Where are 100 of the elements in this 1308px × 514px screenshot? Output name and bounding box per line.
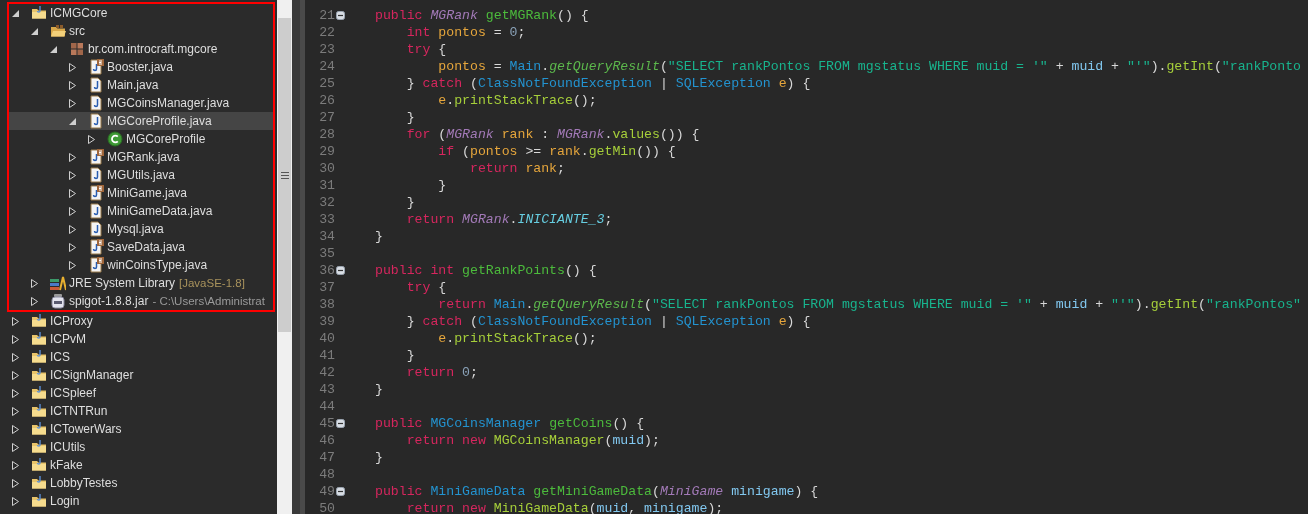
collapse-icon[interactable] [336, 487, 345, 496]
expanded-arrow-icon[interactable] [69, 117, 76, 125]
tree-row[interactable]: src [9, 22, 273, 40]
tree-item-label: ICMGCore [50, 6, 108, 20]
code-line: return new MGCoinsManager(muid); [405, 433, 660, 448]
collapsed-arrow-icon[interactable] [69, 98, 76, 108]
collapsed-arrow-icon[interactable] [12, 442, 19, 452]
tree-row[interactable]: winCoinsType.java [9, 256, 273, 274]
tree-row[interactable]: Booster.java [9, 58, 273, 76]
tree-row[interactable]: spigot-1.8.8.jar - C:\Users\Administrat [9, 292, 273, 310]
collapsed-arrow-icon[interactable] [12, 388, 19, 398]
collapsed-arrow-icon[interactable] [12, 334, 19, 344]
tree-row[interactable]: MGCoreProfile [9, 130, 273, 148]
collapsed-arrow-icon[interactable] [69, 206, 76, 216]
tree-row[interactable]: ICMGCore [9, 4, 273, 22]
line-number: 25 [318, 76, 335, 91]
collapsed-arrow-icon[interactable] [69, 170, 76, 180]
file-icon [88, 95, 104, 111]
tree-item-label: spigot-1.8.8.jar [69, 294, 149, 308]
tree-row[interactable]: MGUtils.java [9, 166, 273, 184]
tree-row[interactable]: MGRank.java [9, 148, 273, 166]
line-number: 48 [318, 467, 335, 482]
collapsed-arrow-icon[interactable] [69, 260, 76, 270]
expanded-arrow-icon[interactable] [50, 45, 57, 53]
line-number: 44 [318, 399, 335, 414]
tree-row[interactable]: JRE System Library [JavaSE-1.8] [9, 274, 273, 292]
code-line: e.printStackTrace(); [437, 93, 597, 108]
line-number: 30 [318, 161, 335, 176]
collapsed-arrow-icon[interactable] [12, 316, 19, 326]
collapsed-arrow-icon[interactable] [69, 62, 76, 72]
tree-row[interactable]: ICProxy [0, 312, 277, 330]
grip-icon [280, 171, 289, 179]
code-line: return MGRank.INICIANTE_3; [405, 212, 613, 227]
tree-row[interactable]: ICPvM [0, 330, 277, 348]
tree-item-label: LobbyTestes [50, 476, 118, 490]
tree-row[interactable]: kFake [0, 456, 277, 474]
collapsed-arrow-icon[interactable] [69, 188, 76, 198]
tree-row[interactable]: MiniGame.java [9, 184, 273, 202]
tree-row[interactable]: ICTowerWars [0, 420, 277, 438]
collapsed-arrow-icon[interactable] [12, 424, 19, 434]
collapsed-arrow-icon[interactable] [12, 370, 19, 380]
tree-row[interactable]: MGCoreProfile.java [9, 112, 273, 130]
tree-row[interactable]: Main.java [9, 76, 273, 94]
package-icon [69, 41, 85, 57]
collapsed-arrow-icon[interactable] [69, 80, 76, 90]
collapsed-arrow-icon[interactable] [31, 296, 38, 306]
tree-item-label: src [69, 24, 85, 38]
tree-row[interactable]: ICSignManager [0, 366, 277, 384]
tree-row[interactable]: ICSpleef [0, 384, 277, 402]
tree-row[interactable]: ICS [0, 348, 277, 366]
scrollbar-thumb[interactable] [278, 18, 291, 332]
expanded-arrow-icon[interactable] [31, 27, 38, 35]
collapsed-arrow-icon[interactable] [69, 224, 76, 234]
tree-item-label: ICTowerWars [50, 422, 122, 436]
tree-item-label: ICSignManager [50, 368, 134, 382]
tree-item-label: SaveData.java [107, 240, 186, 254]
line-number: 40 [318, 331, 335, 346]
collapsed-arrow-icon[interactable] [88, 134, 95, 144]
tree-item-label: ICTNTRun [50, 404, 108, 418]
tree-row[interactable]: Login [0, 492, 277, 510]
collapsed-arrow-icon[interactable] [12, 478, 19, 488]
tree-row[interactable]: MiniGameData.java [9, 202, 273, 220]
code-line: public MGCoinsManager getCoins() { [375, 416, 645, 431]
tree-item-decoration: - C:\Users\Administrat [152, 295, 265, 307]
tree-item-decoration: [JavaSE-1.8] [179, 277, 245, 289]
file-icon [88, 185, 104, 201]
tree-row[interactable]: MGCoinsManager.java [9, 94, 273, 112]
tree-row[interactable]: SaveData.java [9, 238, 273, 256]
code-line: } catch (ClassNotFoundException | SQLException e) { [405, 76, 811, 91]
code-line: try { [405, 280, 447, 295]
collapse-icon[interactable] [336, 419, 345, 428]
tree-row[interactable]: LobbyTestes [0, 474, 277, 492]
tree-item-label: MGCoinsManager.java [107, 96, 230, 110]
scrollbar[interactable] [277, 0, 292, 514]
code-line: } [405, 195, 415, 210]
collapsed-arrow-icon[interactable] [12, 406, 19, 416]
tree-item-label: JRE System Library [69, 276, 176, 290]
collapsed-arrow-icon[interactable] [69, 242, 76, 252]
tree-item-label: ICProxy [50, 314, 93, 328]
line-number: 45 [318, 416, 335, 431]
tree-item-label: MiniGame.java [107, 186, 188, 200]
file-icon [88, 167, 104, 183]
collapsed-arrow-icon[interactable] [12, 352, 19, 362]
tree-item-label: ICS [50, 350, 70, 364]
collapsed-arrow-icon[interactable] [69, 152, 76, 162]
line-number: 49 [318, 484, 335, 499]
tree-row[interactable]: br.com.introcraft.mgcore [9, 40, 273, 58]
collapsed-arrow-icon[interactable] [31, 278, 38, 288]
line-number: 26 [318, 93, 335, 108]
collapsed-arrow-icon[interactable] [12, 496, 19, 506]
code-line: } [375, 382, 383, 397]
tree-row[interactable]: Mysql.java [9, 220, 273, 238]
code-line: } [405, 348, 415, 363]
collapsed-arrow-icon[interactable] [12, 460, 19, 470]
collapse-icon[interactable] [336, 266, 345, 275]
expanded-arrow-icon[interactable] [12, 9, 19, 17]
tree-row[interactable]: ICUtils [0, 438, 277, 456]
collapse-icon[interactable] [336, 11, 345, 20]
folder-icon [31, 385, 47, 401]
tree-row[interactable]: ICTNTRun [0, 402, 277, 420]
